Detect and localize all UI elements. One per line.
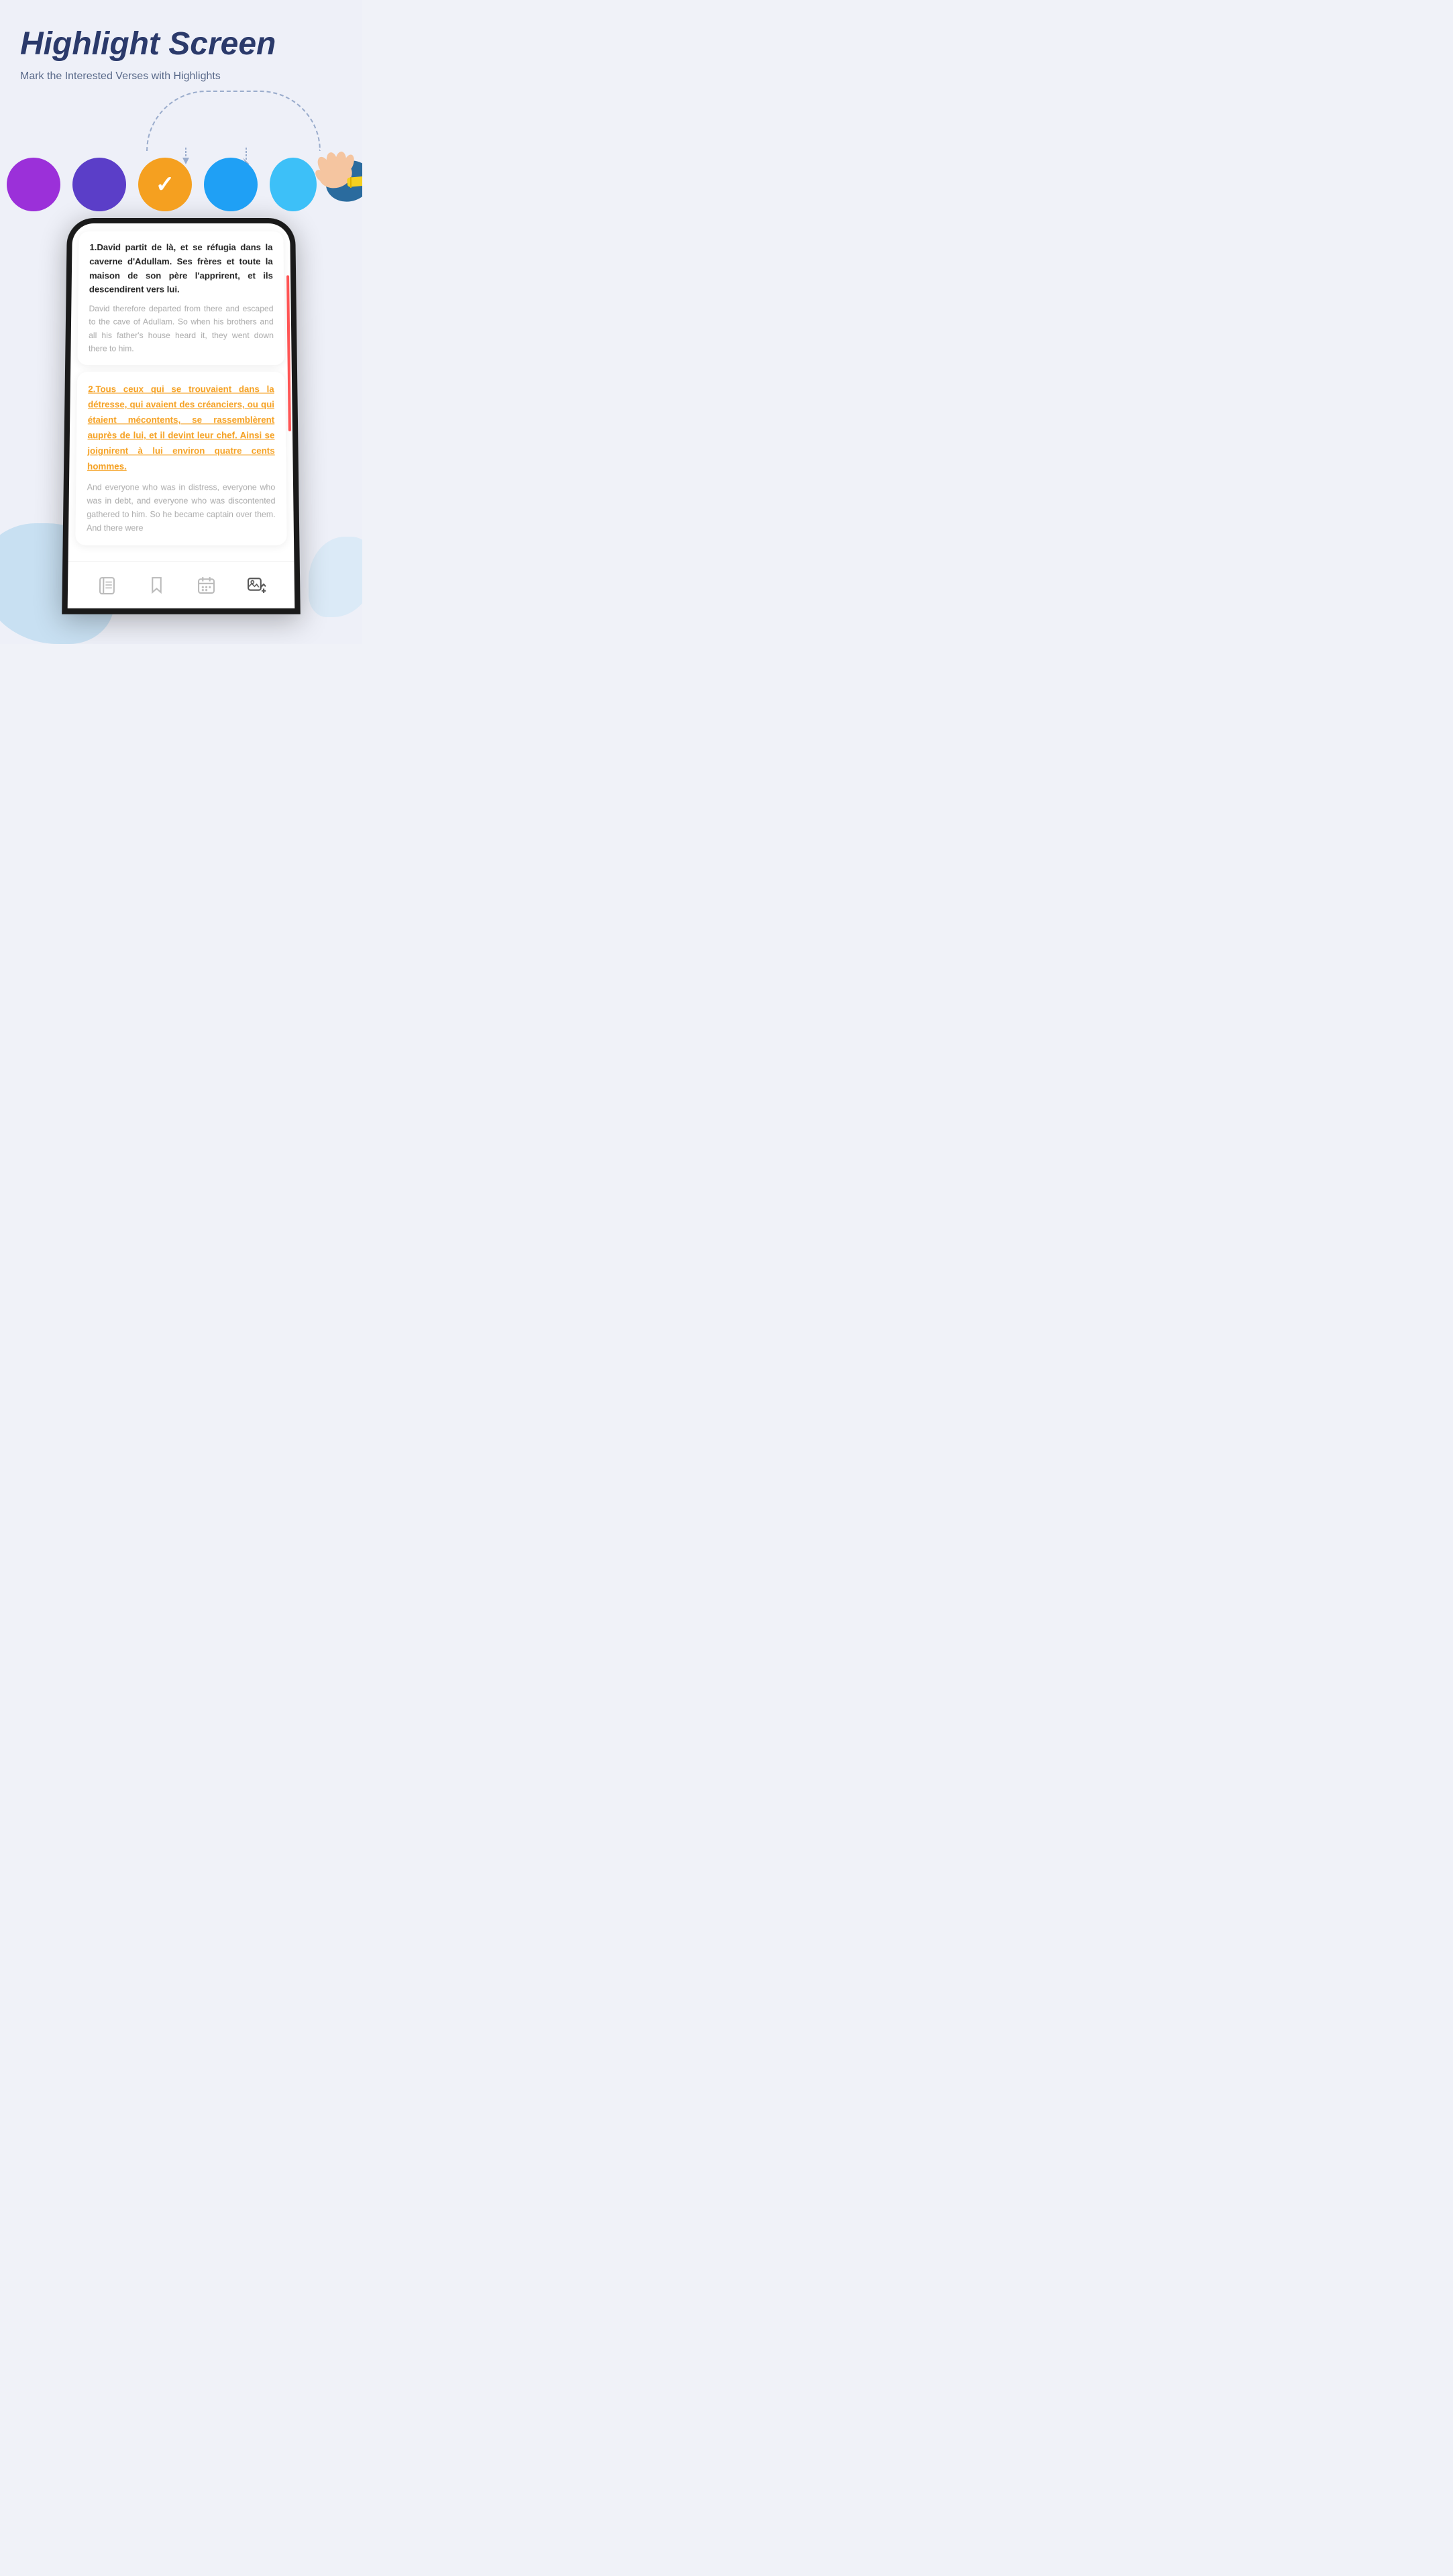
color-circle-purple-bright[interactable]	[7, 158, 60, 211]
phone-screen: 1.David partit de là, et se réfugia dans…	[68, 223, 294, 561]
verse-1-french: 1.David partit de là, et se réfugia dans…	[89, 241, 273, 297]
color-circle-orange[interactable]: ✓	[138, 158, 192, 211]
book-icon[interactable]	[93, 571, 121, 600]
verse-1-card: 1.David partit de là, et se réfugia dans…	[77, 231, 284, 365]
verse-1-english: David therefore departed from there and …	[89, 303, 274, 356]
page-container: Highlight Screen Mark the Interested Ver…	[0, 0, 362, 644]
verse-2-english: And everyone who was in distress, everyo…	[87, 480, 276, 535]
header-section: Highlight Screen Mark the Interested Ver…	[0, 0, 362, 91]
page-subtitle: Mark the Interested Verses with Highligh…	[20, 69, 342, 84]
color-circle-blue-bright[interactable]	[204, 158, 258, 211]
circles-row: ✓	[0, 158, 362, 211]
phone-mockup: 1.David partit de là, et se réfugia dans…	[62, 218, 301, 614]
verse-2-french-highlighted: 2.Tous ceux qui se trouvaient dans la dé…	[87, 382, 275, 475]
selected-checkmark: ✓	[156, 171, 175, 198]
hand-marker-illustration	[299, 144, 362, 211]
phone-scrollbar[interactable]	[286, 275, 291, 431]
calendar-icon[interactable]	[192, 571, 220, 600]
dashed-arc	[146, 91, 321, 151]
bottom-navigation	[68, 561, 295, 608]
color-selector-area: ✓	[0, 91, 362, 211]
verse-2-card: 2.Tous ceux qui se trouvaient dans la dé…	[75, 372, 287, 546]
phone-container: 1.David partit de là, et se réfugia dans…	[0, 218, 362, 621]
image-edit-icon[interactable]	[241, 571, 270, 600]
page-title: Highlight Screen	[20, 27, 342, 62]
bookmark-icon[interactable]	[142, 571, 170, 600]
color-circle-purple-dark[interactable]	[72, 158, 126, 211]
